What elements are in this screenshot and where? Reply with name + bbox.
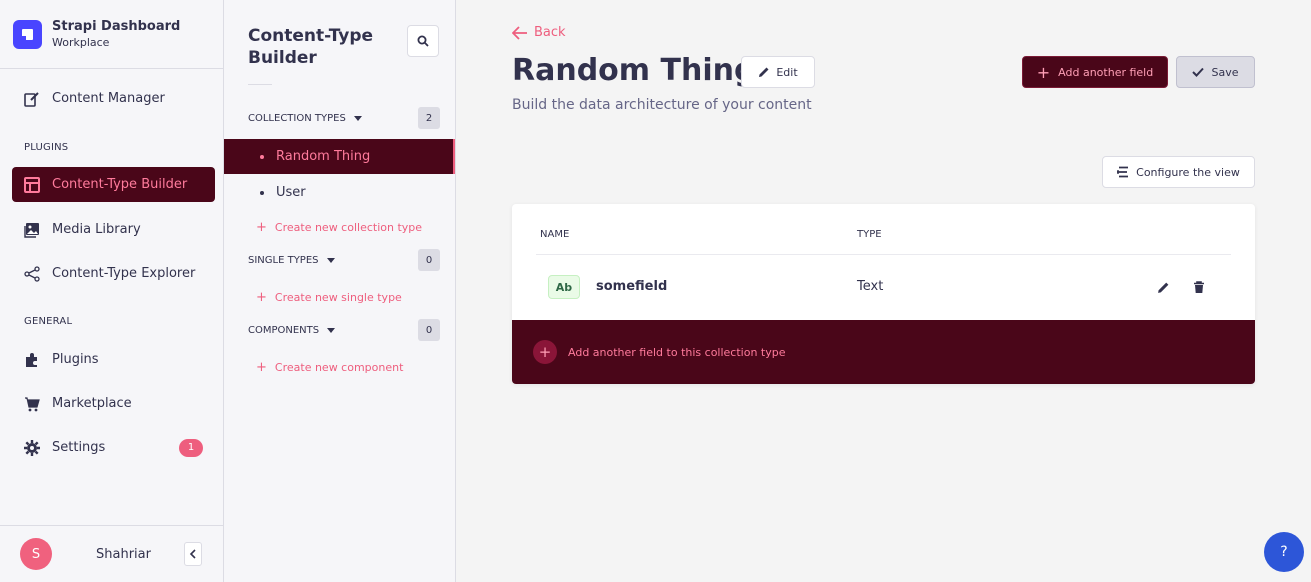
section-label: COMPONENTS (248, 324, 320, 336)
subnav-title: Content-Type Builder (248, 26, 374, 68)
share-nodes-icon (24, 265, 40, 282)
cart-icon (24, 396, 40, 412)
create-label: Create new component (274, 361, 404, 374)
edit-field-button[interactable] (1155, 279, 1171, 295)
nav-item-marketplace[interactable]: Marketplace (12, 386, 215, 421)
nav-label: Content-Type Builder (52, 177, 188, 192)
section-collection-types[interactable]: COLLECTION TYPES 2 (248, 107, 440, 129)
arrow-left-icon (512, 25, 527, 40)
delete-field-button[interactable] (1191, 279, 1207, 295)
sub-item-label: User (276, 185, 306, 200)
gear-icon (24, 439, 40, 456)
brand[interactable]: Strapi Dashboard Workplace (0, 0, 223, 69)
plus-circle-icon: + (533, 340, 557, 364)
profile-name[interactable]: Shahriar (96, 547, 151, 562)
bullet-icon (260, 190, 264, 195)
plus-icon: + (256, 290, 267, 305)
nav-item-settings[interactable]: Settings 1 (12, 430, 215, 465)
text-field-type-icon: Ab (548, 275, 580, 299)
collection-types-count: 2 (418, 107, 440, 129)
nav-item-content-type-explorer[interactable]: Content-Type Explorer (12, 256, 215, 291)
trash-icon (1194, 280, 1204, 293)
nav-label: Settings (52, 440, 106, 455)
image-icon (24, 222, 40, 238)
main-nav: Strapi Dashboard Workplace Content Manag… (0, 0, 224, 582)
caret-down-icon (327, 327, 336, 333)
edit-label: Edit (776, 65, 798, 79)
back-link[interactable]: Back (512, 25, 566, 40)
nav-item-plugins[interactable]: Plugins (12, 342, 215, 377)
page-title: Random Thing (512, 53, 756, 88)
sub-item-label: Random Thing (276, 149, 371, 164)
fields-table: NAME TYPE Ab somefield Text + Add anothe… (512, 204, 1255, 384)
profile-area: S Shahriar (0, 525, 223, 582)
nav-section-general: GENERAL (24, 316, 73, 327)
nav-item-content-manager[interactable]: Content Manager (12, 81, 215, 116)
nav-item-media-library[interactable]: Media Library (12, 212, 215, 247)
avatar[interactable]: S (20, 538, 52, 570)
help-button[interactable]: ? (1264, 532, 1304, 572)
create-component-link[interactable]: + Create new component (256, 360, 403, 375)
nav-label: Plugins (52, 352, 99, 367)
add-row-label: Add another field to this collection typ… (568, 345, 786, 359)
page-subtitle: Build the data architecture of your cont… (512, 97, 812, 113)
pencil-book-icon (24, 91, 40, 107)
nav-label: Marketplace (52, 396, 132, 411)
pencil-icon (1157, 282, 1168, 293)
settings-badge: 1 (179, 438, 203, 457)
list-settings-icon (1117, 166, 1129, 178)
add-another-field-button[interactable]: + Add another field (1022, 56, 1168, 88)
components-count: 0 (418, 319, 440, 341)
divider (536, 254, 1231, 255)
add-field-to-collection-button[interactable]: + Add another field to this collection t… (512, 320, 1255, 384)
configure-view-button[interactable]: Configure the view (1102, 156, 1255, 188)
caret-down-icon (353, 115, 362, 121)
brand-subtitle: Workplace (52, 36, 110, 49)
section-label: COLLECTION TYPES (248, 112, 346, 124)
layout-icon (24, 176, 40, 193)
add-field-label: Add another field (1058, 65, 1154, 79)
single-types-count: 0 (418, 249, 440, 271)
sub-item-user[interactable]: User (224, 175, 455, 210)
create-single-type-link[interactable]: + Create new single type (256, 290, 402, 305)
create-label: Create new single type (274, 291, 402, 304)
back-label: Back (534, 25, 566, 40)
nav-label: Content-Type Explorer (52, 266, 196, 281)
section-label: SINGLE TYPES (248, 254, 319, 266)
create-label: Create new collection type (274, 221, 423, 234)
chevron-left-icon (189, 549, 196, 559)
sub-item-random-thing[interactable]: Random Thing (224, 139, 455, 174)
save-button[interactable]: Save (1176, 56, 1255, 88)
save-label: Save (1211, 65, 1239, 79)
caret-down-icon (326, 257, 335, 263)
search-button[interactable] (407, 25, 439, 57)
pencil-icon (759, 67, 769, 77)
nav-label: Content Manager (52, 91, 165, 106)
column-header-type: TYPE (857, 229, 882, 240)
puzzle-icon (24, 352, 40, 368)
bullet-icon (260, 154, 264, 159)
check-icon (1192, 67, 1205, 77)
plus-icon: + (256, 220, 267, 235)
section-components[interactable]: COMPONENTS 0 (248, 319, 440, 341)
divider (248, 84, 272, 85)
plus-icon: + (256, 360, 267, 375)
field-type: Text (857, 279, 884, 294)
collapse-nav-button[interactable] (184, 542, 202, 566)
field-name: somefield (596, 279, 668, 294)
edit-button[interactable]: Edit (741, 56, 815, 88)
create-collection-type-link[interactable]: + Create new collection type (256, 220, 422, 235)
section-single-types[interactable]: SINGLE TYPES 0 (248, 249, 440, 271)
strapi-logo-icon (13, 19, 42, 49)
sub-nav: Content-Type Builder COLLECTION TYPES 2 … (224, 0, 456, 582)
search-icon (417, 35, 429, 47)
nav-item-content-type-builder[interactable]: Content-Type Builder (12, 167, 215, 202)
nav-label: Media Library (52, 222, 141, 237)
configure-label: Configure the view (1136, 165, 1240, 179)
column-header-name: NAME (540, 229, 570, 240)
plus-icon: + (1036, 62, 1051, 82)
brand-title: Strapi Dashboard (52, 19, 181, 34)
nav-section-plugins: PLUGINS (24, 142, 69, 153)
